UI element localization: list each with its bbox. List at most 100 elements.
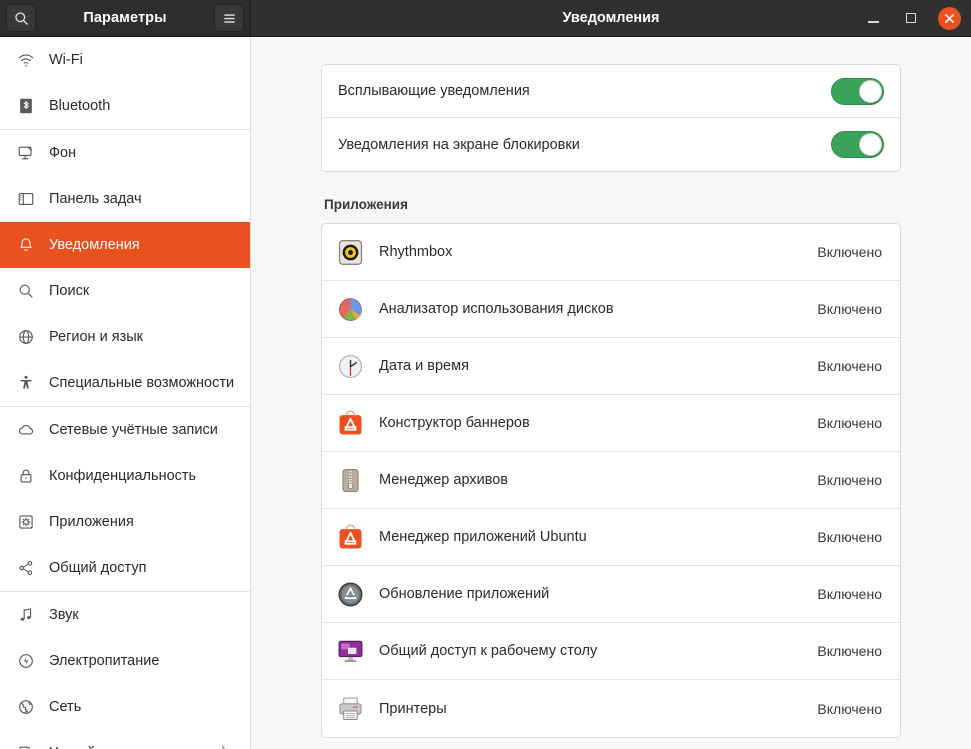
app-notification-row[interactable]: Дата и время Включено <box>322 338 900 395</box>
sidebar-item-label: Электропитание <box>49 653 160 669</box>
window-body: Wi-Fi Bluetooth Фон Панель задач Уведомления… <box>0 37 971 749</box>
sidebar-item-label: Общий доступ <box>49 560 147 576</box>
search-icon <box>14 11 28 25</box>
sidebar-item-13[interactable]: Электропитание <box>0 638 250 684</box>
close-icon <box>945 13 954 23</box>
global-switches-card: Всплывающие уведомления Уведомления на эк… <box>321 64 901 172</box>
app-name: Менеджер архивов <box>379 472 508 488</box>
sidebar-item-label: Уведомления <box>49 237 140 253</box>
sidebar-item-label: Фон <box>49 145 77 161</box>
sidebar-item-12[interactable]: Звук <box>0 592 250 638</box>
clock-icon <box>335 351 365 381</box>
app-state-label: Включено <box>817 244 882 260</box>
toggle-knob <box>859 133 882 156</box>
app-notification-row[interactable]: Менеджер архивов Включено <box>322 452 900 509</box>
sidebar-item-1[interactable]: Bluetooth <box>0 83 250 129</box>
power-icon <box>17 652 35 670</box>
banner-designer-icon <box>335 408 365 438</box>
switch-label: Всплывающие уведомления <box>338 83 530 99</box>
window-controls <box>862 6 961 30</box>
app-name: Анализатор использования дисков <box>379 301 614 317</box>
toggle-switch[interactable] <box>831 131 884 158</box>
sidebar-item-6[interactable]: Регион и язык <box>0 314 250 360</box>
search-button[interactable] <box>6 4 36 32</box>
main-headerbar: Уведомления <box>251 0 971 36</box>
app-state-label: Включено <box>817 700 882 717</box>
desktop-sharing-icon <box>335 636 365 666</box>
app-state-label: Включено <box>817 415 882 431</box>
app-state-label: Включено <box>817 301 882 317</box>
sound-note-icon <box>17 606 35 624</box>
sidebar-item-label: Сеть <box>49 699 82 715</box>
sidebar-item-5[interactable]: Поиск <box>0 268 250 314</box>
minimize-icon <box>867 20 879 23</box>
app-notification-row[interactable]: Конструктор баннеров Включено <box>322 395 900 452</box>
app-state-label: Включено <box>817 643 882 659</box>
sidebar-item-7[interactable]: Специальные возможности <box>0 360 250 406</box>
ubuntu-software-icon <box>335 522 365 552</box>
app-state-label: Включено <box>817 586 882 602</box>
hamburger-menu-icon <box>223 13 235 23</box>
chevron-right-icon: 〉 <box>221 746 236 749</box>
notification-switch-row[interactable]: Всплывающие уведомления <box>322 65 900 118</box>
content-inner: Всплывающие уведомления Уведомления на эк… <box>321 64 901 738</box>
sidebar-headerbar: Параметры <box>0 0 251 36</box>
app-name: Конструктор баннеров <box>379 415 530 431</box>
sidebar-item-11[interactable]: Общий доступ <box>0 545 250 591</box>
accessibility-icon <box>17 374 35 392</box>
sidebar-item-14[interactable]: Сеть <box>0 684 250 730</box>
sidebar-item-label: Wi-Fi <box>49 52 83 68</box>
sidebar-item-label: Bluetooth <box>49 98 111 114</box>
app-name: Дата и время <box>379 358 469 374</box>
sidebar-item-label: Панель задач <box>49 191 142 207</box>
settings-window: Параметры Уведомления Wi-Fi Bluetooth Фо… <box>0 0 971 749</box>
maximize-icon <box>906 13 916 23</box>
apps-gear-icon <box>17 513 35 531</box>
notification-switch-row[interactable]: Уведомления на экране блокировки <box>322 118 900 171</box>
main-menu-button[interactable] <box>214 4 244 32</box>
sidebar-item-3[interactable]: Панель задач <box>0 176 250 222</box>
minimize-button[interactable] <box>862 7 884 29</box>
rhythmbox-icon <box>335 237 365 267</box>
toggle-switch[interactable] <box>831 77 884 105</box>
share-icon <box>17 559 35 577</box>
app-name: Общий доступ к рабочему столу <box>379 643 598 659</box>
wifi-icon <box>17 51 35 69</box>
sidebar-item-10[interactable]: Приложения <box>0 499 250 545</box>
app-notification-row[interactable]: Обновление приложений Включено <box>322 566 900 623</box>
sidebar-item-4[interactable]: Уведомления <box>0 222 250 268</box>
software-updater-icon <box>335 579 365 609</box>
sidebar-item-8[interactable]: Сетевые учётные записи <box>0 407 250 453</box>
app-name: Принтеры <box>379 700 447 717</box>
app-name: Rhythmbox <box>379 244 453 260</box>
sidebar-item-9[interactable]: Конфиденциальность <box>0 453 250 499</box>
notifications-panel: Всплывающие уведомления Уведомления на эк… <box>251 37 971 749</box>
switch-label: Уведомления на экране блокировки <box>338 136 580 153</box>
archive-manager-icon <box>335 465 365 495</box>
app-notification-row[interactable]: Анализатор использования дисков Включено <box>322 281 900 338</box>
sidebar-item-2[interactable]: Фон <box>0 130 250 176</box>
apps-section-title: Приложения <box>324 197 408 212</box>
app-notification-row[interactable]: Принтеры Включено <box>322 680 900 737</box>
sidebar-nav: Wi-Fi Bluetooth Фон Панель задач Уведомления… <box>0 37 251 749</box>
sidebar-item-label: Конфиденциальность <box>49 468 197 484</box>
app-name: Менеджер приложений Ubuntu <box>379 529 587 545</box>
devices-icon <box>17 744 35 749</box>
app-notification-row[interactable]: Rhythmbox Включено <box>322 224 900 281</box>
cloud-icon <box>17 421 35 439</box>
sidebar-item-15[interactable]: Устройства 〉 <box>0 730 250 749</box>
sidebar-item-label: Регион и язык <box>49 329 143 345</box>
dock-panel-icon <box>17 190 35 208</box>
sidebar-item-label: Поиск <box>49 283 90 299</box>
globe-icon <box>17 328 35 346</box>
sidebar-item-0[interactable]: Wi-Fi <box>0 37 250 83</box>
sidebar-item-label: Устройства <box>49 745 125 749</box>
maximize-button[interactable] <box>900 7 922 29</box>
sidebar-item-label: Специальные возможности <box>49 375 235 391</box>
app-name: Обновление приложений <box>379 586 550 602</box>
network-globe-icon <box>17 698 35 716</box>
app-notification-row[interactable]: Менеджер приложений Ubuntu Включено <box>322 509 900 566</box>
close-button[interactable] <box>938 6 961 30</box>
app-notification-row[interactable]: Общий доступ к рабочему столу Включено <box>322 623 900 680</box>
lock-icon <box>17 467 35 485</box>
